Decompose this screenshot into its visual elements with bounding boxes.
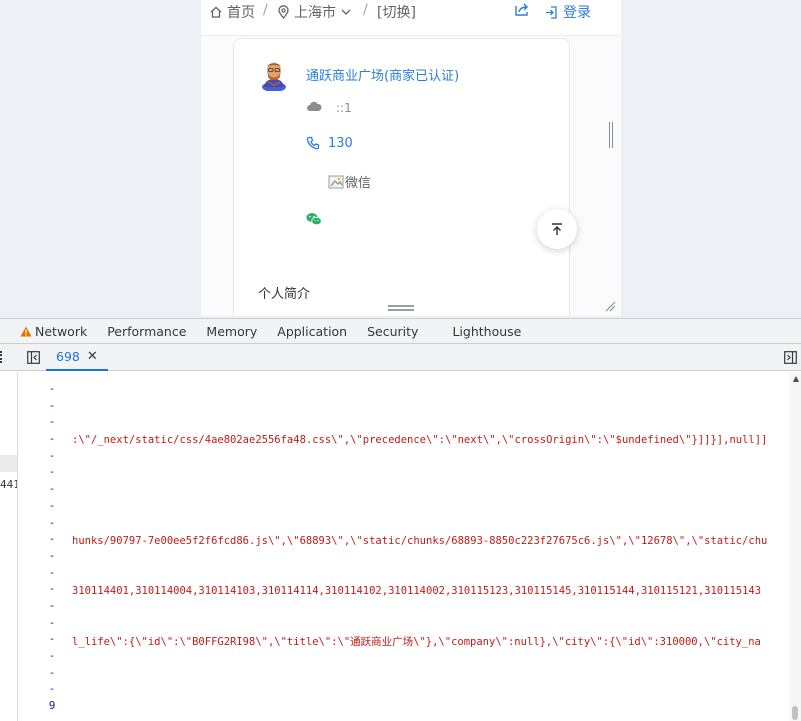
more-menu-icon[interactable] [0, 351, 3, 363]
open-file-tab[interactable]: 698 ✕ [46, 344, 108, 371]
breadcrumb-separator: / [263, 2, 268, 18]
broken-image-icon [328, 175, 344, 188]
top-navbar: 首页 / 上海市 / [切换] 登录 [201, 0, 621, 36]
tab-performance[interactable]: Performance [97, 319, 196, 343]
navigator-selected-row[interactable] [0, 455, 17, 472]
gutter-line[interactable]: - [40, 581, 64, 598]
editor-vertical-scrollbar[interactable]: ▲ [789, 372, 801, 721]
gutter-line[interactable]: - [40, 531, 64, 548]
close-icon[interactable]: ✕ [87, 349, 98, 364]
gutter-line[interactable]: - [40, 515, 64, 532]
scroll-up-arrow-icon[interactable]: ▲ [793, 374, 799, 383]
city-selector[interactable]: 上海市 [277, 2, 352, 22]
gutter-line[interactable]: - [40, 481, 64, 498]
gutter-line[interactable]: - [40, 631, 64, 648]
home-label: 首页 [227, 5, 255, 21]
tab-network[interactable]: Network [0, 319, 97, 343]
tab-memory[interactable]: Memory [196, 319, 267, 343]
cloud-icon [307, 101, 322, 111]
warning-icon [20, 326, 32, 336]
code-line[interactable]: l_life\":{\"id\":\"B0FFG2RI98\",\"title\… [72, 635, 761, 649]
home-link[interactable]: 首页 [209, 2, 255, 22]
avatar [262, 62, 286, 91]
viewport-scrollbar[interactable] [609, 122, 613, 148]
phone-number-link[interactable]: 130 [328, 136, 353, 151]
gutter-line[interactable]: - [40, 681, 64, 698]
sources-file-tabbar: 698 ✕ [0, 344, 801, 371]
toggle-debugger-icon[interactable] [784, 351, 797, 364]
switch-city-link[interactable]: [切换] [377, 2, 416, 22]
tab-lighthouse[interactable]: Lighthouse [442, 319, 531, 343]
merchant-card: 通跃商业广场(商家已认证) ::1 130 微信 个人简介 [233, 38, 570, 316]
login-icon [546, 5, 557, 19]
home-icon [210, 6, 222, 18]
gutter-line[interactable]: - [40, 615, 64, 632]
gutter-line[interactable]: - [40, 548, 64, 565]
wechat-icon[interactable] [306, 212, 322, 226]
devtools-tabbar: Network Performance Memory Application S… [0, 318, 801, 344]
gutter-line[interactable]: - [40, 648, 64, 665]
tab-security[interactable]: Security [357, 319, 428, 343]
profile-intro-heading: 个人简介 [258, 287, 311, 302]
chevron-down-icon [341, 9, 351, 15]
open-file-name: 698 [56, 349, 80, 364]
mobile-viewport: 首页 / 上海市 / [切换] 登录 通跃商业广场(商家已认证)::1 130… [201, 0, 621, 316]
wechat-qr-image: 微信 [328, 172, 371, 191]
gutter-line[interactable]: - [40, 431, 64, 448]
gutter-line[interactable]: - [40, 381, 64, 398]
code-line[interactable]: 310114401,310114004,310114103,310114114,… [72, 584, 761, 598]
navigator-item-text[interactable]: 441 [0, 478, 17, 491]
city-label: 上海市 [294, 5, 336, 21]
ip-location-text: ::1 [336, 101, 352, 115]
gutter-line[interactable]: - [40, 398, 64, 415]
gutter-line[interactable]: - [40, 598, 64, 615]
gutter-line[interactable]: - [40, 414, 64, 431]
gutter-line[interactable]: - [40, 464, 64, 481]
share-icon[interactable] [513, 2, 531, 22]
arrow-up-to-line-icon [552, 223, 562, 235]
tab-application[interactable]: Application [267, 319, 357, 343]
page-preview: 首页 / 上海市 / [切换] 登录 通跃商业广场(商家已认证)::1 130… [0, 0, 801, 318]
code-line[interactable]: hunks/90797-7e00ee5f2f6fcd86.js\",\"6889… [72, 534, 767, 548]
gutter-line[interactable]: - [40, 498, 64, 515]
gutter-line[interactable]: - [40, 565, 64, 582]
scrollbar-thumb[interactable] [792, 706, 798, 720]
location-pin-icon [278, 5, 289, 19]
back-to-top-button[interactable] [537, 209, 577, 249]
file-navigator: 441 [0, 372, 18, 721]
wechat-image-alt: 微信 [345, 176, 372, 191]
code-line[interactable]: :\"/_next/static/css/4ae802ae2556fa48.cs… [72, 433, 767, 447]
line-gutter: - - - - - - - - - - - - - - - - - - - 9 [40, 381, 64, 715]
shop-name-link[interactable]: 通跃商业广场(商家已认证) [306, 65, 459, 84]
resize-corner-icon[interactable] [604, 300, 616, 312]
resize-handle[interactable] [388, 305, 414, 311]
tab-network-label: Network [35, 323, 88, 339]
gutter-line[interactable]: 9 [40, 698, 64, 715]
login-link[interactable]: 登录 [544, 2, 591, 22]
toggle-navigator-icon[interactable] [27, 351, 40, 364]
gutter-line[interactable]: - [40, 448, 64, 465]
phone-icon [306, 136, 320, 150]
sources-editor: 441 - - - - - - - - - - - - - - - - - - … [0, 372, 801, 721]
breadcrumb-separator: / [363, 2, 368, 18]
login-label: 登录 [563, 5, 591, 21]
gutter-line[interactable]: - [40, 665, 64, 682]
